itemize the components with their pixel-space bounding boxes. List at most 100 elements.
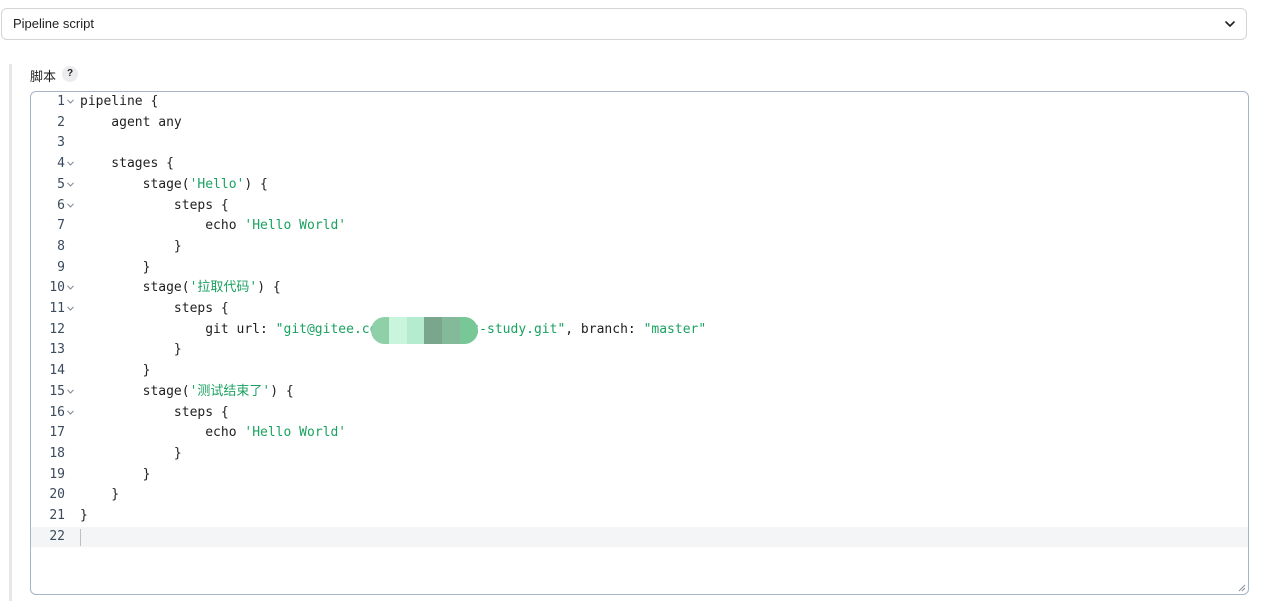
code-line[interactable]: 2 agent any bbox=[31, 113, 1248, 134]
code-token: } bbox=[80, 487, 120, 503]
code-token: } bbox=[80, 238, 182, 254]
code-line[interactable]: 17 echo 'Hello World' bbox=[31, 423, 1248, 444]
pipeline-definition-select[interactable]: Pipeline script bbox=[1, 8, 1247, 40]
code-line[interactable]: 18 } bbox=[31, 444, 1248, 465]
string-token: "master" bbox=[643, 321, 707, 337]
string-token: 'Hello' bbox=[189, 176, 245, 192]
code-token: } bbox=[80, 445, 182, 461]
line-number: 21 bbox=[49, 508, 65, 523]
fold-toggle-icon[interactable] bbox=[67, 306, 74, 311]
code-text: echo 'Hello World' bbox=[80, 216, 346, 237]
string-token: "git@gitee.com bbox=[275, 321, 386, 337]
select-value: Pipeline script bbox=[13, 16, 94, 31]
fold-toggle-icon[interactable] bbox=[67, 182, 74, 187]
code-line[interactable]: 7 echo 'Hello World' bbox=[31, 216, 1248, 237]
code-token: stage( bbox=[80, 280, 190, 296]
code-text: } bbox=[80, 506, 88, 527]
line-number: 1 bbox=[57, 94, 65, 109]
code-line[interactable]: 15 stage('测试结束了') { bbox=[31, 382, 1248, 403]
code-line[interactable]: 20 } bbox=[31, 485, 1248, 506]
code-token: stages { bbox=[80, 156, 174, 172]
fold-toggle-icon[interactable] bbox=[67, 161, 74, 166]
code-text: stage('测试结束了') { bbox=[80, 382, 294, 403]
code-token: } bbox=[80, 363, 151, 379]
code-token: steps { bbox=[80, 197, 229, 213]
line-number: 18 bbox=[49, 445, 65, 461]
code-text: steps { bbox=[80, 403, 229, 424]
line-number: 5 bbox=[57, 176, 65, 192]
code-text: } bbox=[80, 258, 151, 279]
code-line[interactable]: 1 pipeline { bbox=[31, 92, 1248, 113]
line-number: 13 bbox=[49, 342, 65, 358]
string-token: '拉取代码' bbox=[189, 280, 258, 296]
code-token: ) { bbox=[270, 383, 294, 399]
string-token: '测试结束了' bbox=[189, 383, 271, 399]
fold-toggle-icon[interactable] bbox=[67, 285, 74, 291]
code-text: stage('Hello') { bbox=[80, 175, 268, 196]
code-line[interactable]: 21} bbox=[31, 506, 1248, 527]
code-line[interactable]: 6 steps { bbox=[31, 196, 1248, 217]
line-number: 4 bbox=[57, 156, 65, 172]
script-code-editor[interactable]: 1 pipeline {2 agent any 3 4 stages {5 stage… bbox=[30, 91, 1249, 595]
line-number: 3 bbox=[57, 135, 65, 151]
code-token: } bbox=[80, 259, 151, 275]
line-number: 6 bbox=[57, 197, 65, 213]
line-number: 8 bbox=[57, 238, 65, 254]
code-line[interactable]: 10 stage('拉取代码') { bbox=[31, 278, 1248, 299]
line-number: 11 bbox=[49, 301, 65, 316]
line-number: 15 bbox=[49, 383, 65, 399]
code-text: agent any bbox=[80, 113, 182, 134]
code-token: echo bbox=[80, 425, 245, 441]
code-text: } bbox=[80, 465, 151, 486]
code-token: } bbox=[80, 466, 151, 482]
code-token: echo bbox=[80, 218, 245, 234]
fold-toggle-icon[interactable] bbox=[67, 99, 74, 104]
code-line[interactable]: 12 git url: "git@gitee.com /git-study.gi… bbox=[31, 320, 1248, 341]
code-line[interactable]: 8 } bbox=[31, 237, 1248, 258]
code-token: stage( bbox=[80, 383, 190, 399]
code-token: agent any bbox=[80, 114, 182, 130]
code-token: } bbox=[80, 342, 182, 358]
code-token: pipeline { bbox=[80, 94, 159, 109]
line-number: 16 bbox=[49, 404, 65, 420]
code-line[interactable]: 22 bbox=[31, 526, 1248, 548]
code-token: steps { bbox=[80, 301, 229, 316]
text-cursor bbox=[80, 528, 81, 546]
line-number: 17 bbox=[49, 425, 65, 441]
line-number: 14 bbox=[49, 363, 65, 379]
code-line[interactable]: 11 steps { bbox=[31, 299, 1248, 320]
chevron-down-icon bbox=[1225, 21, 1235, 27]
code-text: steps { bbox=[80, 299, 229, 320]
redacted-blur bbox=[371, 317, 478, 344]
code-token: } bbox=[80, 508, 88, 523]
code-line[interactable]: 4 stages { bbox=[31, 154, 1248, 175]
code-line[interactable]: 13 } bbox=[31, 340, 1248, 361]
fold-toggle-icon[interactable] bbox=[67, 202, 74, 208]
code-text: pipeline { bbox=[80, 92, 158, 113]
line-number: 7 bbox=[57, 218, 65, 234]
code-line[interactable]: 3 bbox=[31, 133, 1248, 154]
code-text: stage('拉取代码') { bbox=[80, 278, 281, 299]
section-indent-bar bbox=[9, 64, 12, 601]
script-field-label: 脚本 bbox=[30, 69, 57, 84]
code-token: ) { bbox=[244, 176, 268, 192]
code-line[interactable]: 16 steps { bbox=[31, 403, 1248, 424]
code-text: stages { bbox=[80, 154, 174, 175]
code-line[interactable]: 14 } bbox=[31, 361, 1248, 382]
fold-toggle-icon[interactable] bbox=[67, 389, 74, 394]
code-text: } bbox=[80, 444, 182, 465]
code-token: ) { bbox=[257, 280, 281, 296]
line-number: 10 bbox=[49, 280, 65, 296]
resize-grip-icon[interactable] bbox=[1238, 584, 1246, 592]
code-line[interactable]: 9 } bbox=[31, 258, 1248, 279]
help-icon[interactable]: ? bbox=[62, 66, 78, 82]
code-text: } bbox=[80, 340, 182, 361]
line-number: 9 bbox=[57, 259, 65, 275]
string-token: 'Hello World' bbox=[244, 425, 347, 441]
string-token: 'Hello World' bbox=[244, 218, 347, 234]
code-token: steps { bbox=[80, 404, 229, 420]
code-line[interactable]: 19 } bbox=[31, 465, 1248, 486]
code-line[interactable]: 5 stage('Hello') { bbox=[31, 175, 1248, 196]
fold-toggle-icon[interactable] bbox=[67, 409, 74, 415]
code-token: git url: bbox=[80, 321, 276, 337]
